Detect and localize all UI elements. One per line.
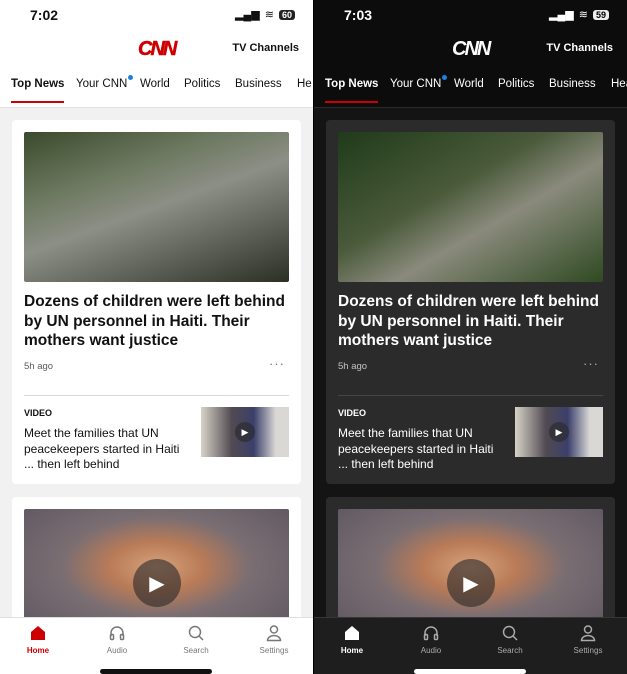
home-indicator[interactable]: [100, 669, 212, 674]
video-title[interactable]: Meet the families that UN peacekeepers s…: [24, 426, 189, 473]
story-card[interactable]: Dozens of children were left behind by U…: [12, 120, 301, 484]
tv-channels-button[interactable]: TV Channels: [546, 42, 613, 54]
nav-audio[interactable]: Audio: [401, 624, 461, 655]
tab-hea[interactable]: Hea: [611, 78, 627, 90]
battery-icon: 59: [592, 9, 609, 20]
video-label: VIDEO: [24, 408, 53, 418]
tab-politics[interactable]: Politics: [184, 78, 220, 90]
story-headline[interactable]: Dozens of children were left behind by U…: [338, 292, 608, 351]
more-options-button[interactable]: ···: [583, 356, 599, 371]
battery-icon: 60: [278, 9, 295, 20]
divider: [24, 395, 289, 396]
play-icon[interactable]: ▶: [133, 559, 181, 607]
play-icon: ▶: [549, 422, 569, 442]
status-bar: 7:02 ▂▄▆ ≋ 60: [0, 0, 313, 30]
bottom-nav: Home Audio Search Settings: [0, 617, 313, 674]
story-headline[interactable]: Dozens of children were left behind by U…: [24, 292, 294, 351]
status-time: 7:02: [30, 7, 59, 23]
nav-home[interactable]: Home: [8, 624, 68, 655]
app-header: CNN TV Channels: [0, 30, 313, 70]
tab-he[interactable]: He: [297, 78, 312, 90]
tab-top-news[interactable]: Top News: [11, 78, 65, 103]
search-icon: [166, 624, 226, 642]
status-bar: 7:03 ▂▄▆ ≋ 59: [314, 0, 627, 30]
headphones-icon: [401, 624, 461, 642]
new-badge: [442, 75, 448, 80]
story-image[interactable]: [24, 132, 289, 282]
tab-politics[interactable]: Politics: [498, 78, 534, 90]
tab-business[interactable]: Business: [235, 78, 282, 90]
home-indicator[interactable]: [414, 669, 526, 674]
headphones-icon: [87, 624, 147, 642]
tab-your-cnn[interactable]: Your CNN: [390, 75, 448, 90]
video-thumbnail[interactable]: ▶: [515, 407, 603, 457]
tab-world[interactable]: World: [140, 78, 170, 90]
story-time: 5h ago: [338, 361, 368, 372]
cnn-logo[interactable]: CNN: [452, 38, 491, 61]
nav-audio[interactable]: Audio: [87, 624, 147, 655]
nav-search[interactable]: Search: [480, 624, 540, 655]
play-icon: ▶: [235, 422, 255, 442]
home-icon: [8, 624, 68, 642]
story-image[interactable]: [338, 132, 603, 282]
nav-settings[interactable]: Settings: [244, 624, 304, 655]
play-icon[interactable]: ▶: [447, 559, 495, 607]
story-time: 5h ago: [24, 361, 54, 372]
signal-icon: ▂▄▆: [549, 9, 574, 21]
divider: [338, 395, 603, 396]
tv-channels-button[interactable]: TV Channels: [232, 42, 299, 54]
nav-home[interactable]: Home: [322, 624, 382, 655]
tab-your-cnn[interactable]: Your CNN: [76, 75, 134, 90]
section-tabs: Top News Your CNN World Politics Business He: [0, 70, 313, 108]
phone-screen-light: 7:02 ▂▄▆ ≋ 60 CNN TV Channels Top News Your…: [0, 0, 313, 674]
section-tabs: Top News Your CNN World Politics Business Hea: [314, 70, 627, 108]
app-header: CNN TV Channels: [314, 30, 627, 70]
tab-world[interactable]: World: [454, 78, 484, 90]
story-card[interactable]: ▶: [12, 497, 301, 637]
person-icon: [244, 624, 304, 642]
new-badge: [128, 75, 134, 80]
video-label: VIDEO: [338, 408, 367, 418]
tab-top-news[interactable]: Top News: [325, 78, 379, 103]
video-title[interactable]: Meet the families that UN peacekeepers s…: [338, 426, 503, 473]
home-icon: [322, 624, 382, 642]
story-card[interactable]: Dozens of children were left behind by U…: [326, 120, 615, 484]
signal-icon: ▂▄▆: [235, 9, 260, 21]
nav-search[interactable]: Search: [166, 624, 226, 655]
phone-screen-dark: 7:03 ▂▄▆ ≋ 59 CNN TV Channels Top News Your…: [314, 0, 627, 674]
person-icon: [558, 624, 618, 642]
more-options-button[interactable]: ···: [269, 356, 285, 371]
video-thumbnail[interactable]: ▶: [201, 407, 289, 457]
wifi-icon: ≋: [578, 9, 588, 21]
wifi-icon: ≋: [264, 9, 274, 21]
bottom-nav: Home Audio Search Settings: [314, 617, 627, 674]
cnn-logo[interactable]: CNN: [138, 38, 178, 61]
story-card[interactable]: ▶: [326, 497, 615, 637]
search-icon: [480, 624, 540, 642]
tab-business[interactable]: Business: [549, 78, 596, 90]
status-time: 7:03: [344, 7, 373, 23]
nav-settings[interactable]: Settings: [558, 624, 618, 655]
